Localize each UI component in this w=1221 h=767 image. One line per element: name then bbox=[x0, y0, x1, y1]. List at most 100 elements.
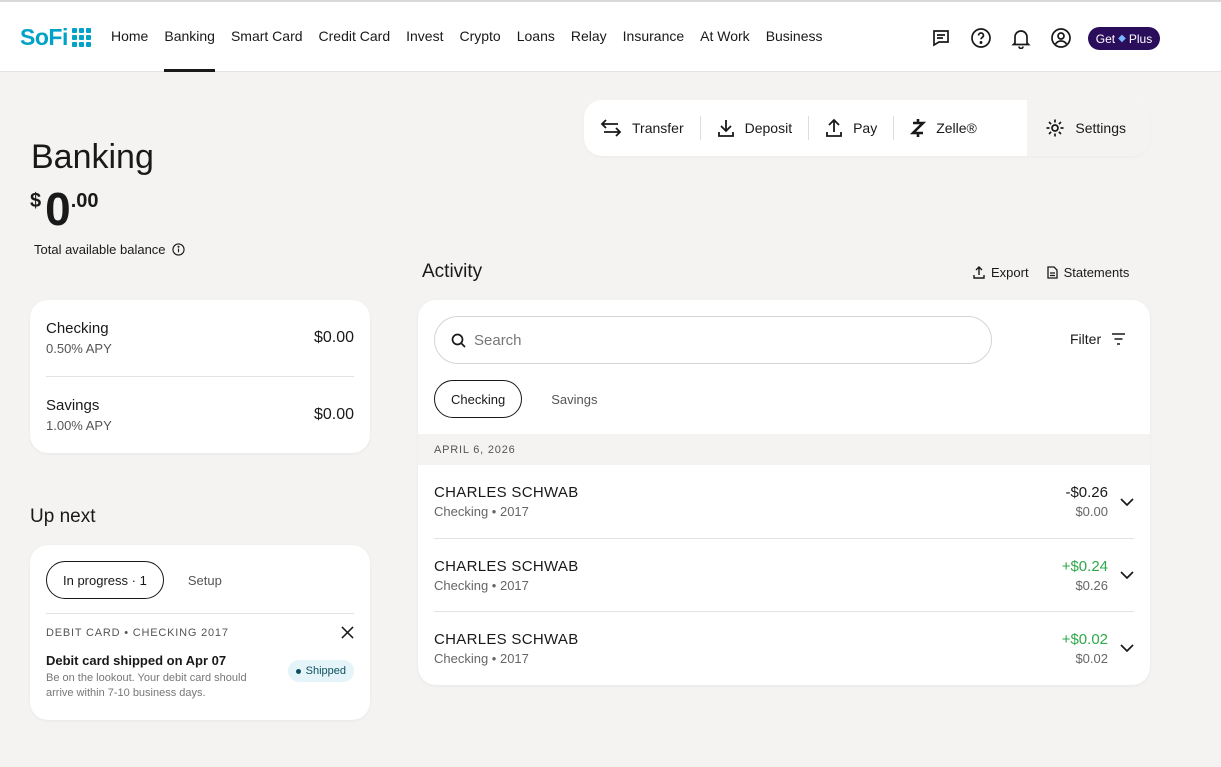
account-row-savings[interactable]: Savings 1.00% APY $0.00 bbox=[46, 376, 354, 452]
nav-crypto[interactable]: Crypto bbox=[459, 28, 500, 72]
account-name: Savings bbox=[46, 396, 100, 414]
balance-label-row: Total available balance bbox=[34, 242, 185, 257]
transaction-balance: $0.00 bbox=[1075, 504, 1108, 519]
tab-checking[interactable]: Checking bbox=[434, 380, 523, 418]
statements-button[interactable]: Statements bbox=[1046, 265, 1130, 280]
pay-button[interactable]: Pay bbox=[808, 116, 893, 140]
transaction-name: CHARLES SCHWAB bbox=[434, 557, 579, 575]
balance-whole: 0 bbox=[45, 183, 71, 235]
transaction-amount: -$0.26 bbox=[1065, 484, 1108, 501]
deposit-label: Deposit bbox=[744, 120, 793, 136]
transfer-button[interactable]: Transfer bbox=[600, 116, 700, 140]
export-button[interactable]: Export bbox=[973, 265, 1029, 280]
nav-relay[interactable]: Relay bbox=[571, 28, 607, 72]
tab-in-progress[interactable]: In progress · 1 bbox=[46, 561, 164, 599]
transaction-name: CHARLES SCHWAB bbox=[434, 484, 579, 501]
chevron-down-icon[interactable] bbox=[1120, 571, 1134, 579]
pay-icon bbox=[826, 118, 842, 137]
activity-links: Export Statements bbox=[973, 265, 1129, 280]
search-placeholder: Search bbox=[474, 331, 522, 349]
transfer-label: Transfer bbox=[632, 120, 684, 136]
gear-icon bbox=[1046, 119, 1064, 137]
zelle-label: Zelle® bbox=[936, 120, 977, 136]
deposit-icon bbox=[717, 120, 734, 137]
transaction-row[interactable]: CHARLES SCHWAB Checking • 2017 +$0.24 $0… bbox=[434, 538, 1134, 611]
nav-insurance[interactable]: Insurance bbox=[623, 28, 684, 72]
transaction-amount: +$0.24 bbox=[1061, 557, 1108, 575]
quick-actions-bar: Transfer Deposit Pay Zelle® Settings bbox=[584, 100, 1150, 156]
close-icon[interactable] bbox=[341, 626, 354, 639]
balance-currency: $ bbox=[30, 190, 42, 212]
up-next-item-category: DEBIT CARD • CHECKING 2017 bbox=[46, 626, 229, 639]
account-apy: 1.00% APY bbox=[46, 417, 112, 433]
sofi-logo[interactable]: SoFi bbox=[20, 24, 91, 51]
up-next-item: Debit card shipped on Apr 07 Be on the l… bbox=[46, 653, 354, 701]
transfer-icon bbox=[600, 119, 622, 137]
nav-banking[interactable]: Banking bbox=[164, 28, 215, 72]
main-nav: Home Banking Smart Card Credit Card Inve… bbox=[111, 28, 823, 72]
up-next-card: In progress · 1 Setup DEBIT CARD • CHECK… bbox=[30, 545, 370, 720]
nav-business[interactable]: Business bbox=[766, 28, 823, 72]
activity-card: Search Filter Checking Savings APRIL 6, … bbox=[418, 300, 1150, 685]
status-dot-icon bbox=[295, 668, 301, 674]
filter-label: Filter bbox=[1070, 331, 1102, 347]
up-next-title: Up next bbox=[30, 506, 96, 527]
transaction-account: Checking • 2017 bbox=[434, 577, 529, 593]
settings-button[interactable]: Settings bbox=[1027, 100, 1150, 156]
pay-label: Pay bbox=[853, 120, 878, 136]
get-plus-label: Plus bbox=[1128, 31, 1153, 46]
filter-icon bbox=[1112, 333, 1126, 345]
logo-text: SoFi bbox=[20, 24, 68, 50]
account-amount: $0.00 bbox=[313, 329, 354, 346]
nav-icon-group bbox=[930, 27, 1072, 49]
page-title: Banking bbox=[31, 138, 154, 176]
nav-credit-card[interactable]: Credit Card bbox=[319, 28, 391, 72]
account-tabs: Checking Savings bbox=[434, 380, 613, 418]
nav-loans[interactable]: Loans bbox=[517, 28, 555, 72]
transaction-row[interactable]: CHARLES SCHWAB Checking • 2017 -$0.26 $0… bbox=[434, 465, 1134, 538]
export-label: Export bbox=[991, 265, 1029, 280]
chat-icon[interactable] bbox=[930, 27, 952, 49]
document-icon bbox=[1046, 266, 1058, 279]
nav-invest[interactable]: Invest bbox=[406, 28, 443, 72]
transaction-account: Checking • 2017 bbox=[434, 650, 529, 666]
settings-label: Settings bbox=[1075, 120, 1126, 136]
status-badge: Shipped bbox=[287, 660, 354, 682]
chevron-down-icon[interactable] bbox=[1120, 497, 1134, 506]
account-row-checking[interactable]: Checking 0.50% APY $0.00 bbox=[46, 300, 354, 376]
tab-setup[interactable]: Setup bbox=[172, 561, 238, 599]
date-header: APRIL 6, 2026 bbox=[418, 434, 1150, 465]
export-icon bbox=[973, 266, 985, 279]
search-input[interactable]: Search bbox=[434, 316, 992, 364]
filter-button[interactable]: Filter bbox=[1070, 331, 1126, 347]
account-name: Checking bbox=[46, 320, 109, 337]
balance-cents: .00 bbox=[70, 190, 99, 212]
logo-dots-icon bbox=[71, 28, 91, 47]
zelle-button[interactable]: Zelle® bbox=[893, 116, 993, 140]
transaction-row[interactable]: CHARLES SCHWAB Checking • 2017 +$0.02 $0… bbox=[434, 611, 1134, 684]
up-next-item-title: Debit card shipped on Apr 07 bbox=[46, 653, 227, 668]
nav-at-work[interactable]: At Work bbox=[700, 28, 750, 72]
search-icon bbox=[451, 333, 466, 348]
up-next-tabs: In progress · 1 Setup bbox=[46, 561, 354, 599]
top-nav-bar: SoFi Home Banking Smart Card Credit Card… bbox=[0, 0, 1221, 72]
account-apy: 0.50% APY bbox=[46, 341, 112, 356]
tab-savings[interactable]: Savings bbox=[535, 380, 613, 418]
chevron-down-icon[interactable] bbox=[1120, 644, 1134, 652]
status-badge-label: Shipped bbox=[305, 665, 346, 677]
statements-label: Statements bbox=[1063, 265, 1130, 280]
nav-home[interactable]: Home bbox=[111, 28, 148, 72]
balance-label: Total available balance bbox=[34, 242, 166, 257]
info-icon[interactable] bbox=[171, 243, 185, 256]
get-plus-get: Get bbox=[1095, 31, 1116, 46]
divider bbox=[46, 613, 354, 614]
transaction-name: CHARLES SCHWAB bbox=[434, 630, 579, 648]
help-icon[interactable] bbox=[970, 27, 992, 49]
transaction-list: CHARLES SCHWAB Checking • 2017 -$0.26 $0… bbox=[434, 465, 1134, 684]
get-plus-button[interactable]: Get ◆ Plus bbox=[1088, 27, 1160, 50]
deposit-button[interactable]: Deposit bbox=[699, 116, 808, 140]
nav-smart-card[interactable]: Smart Card bbox=[231, 28, 303, 72]
bell-icon[interactable] bbox=[1010, 27, 1032, 49]
profile-icon[interactable] bbox=[1050, 27, 1072, 49]
transaction-balance: $0.26 bbox=[1075, 577, 1108, 593]
